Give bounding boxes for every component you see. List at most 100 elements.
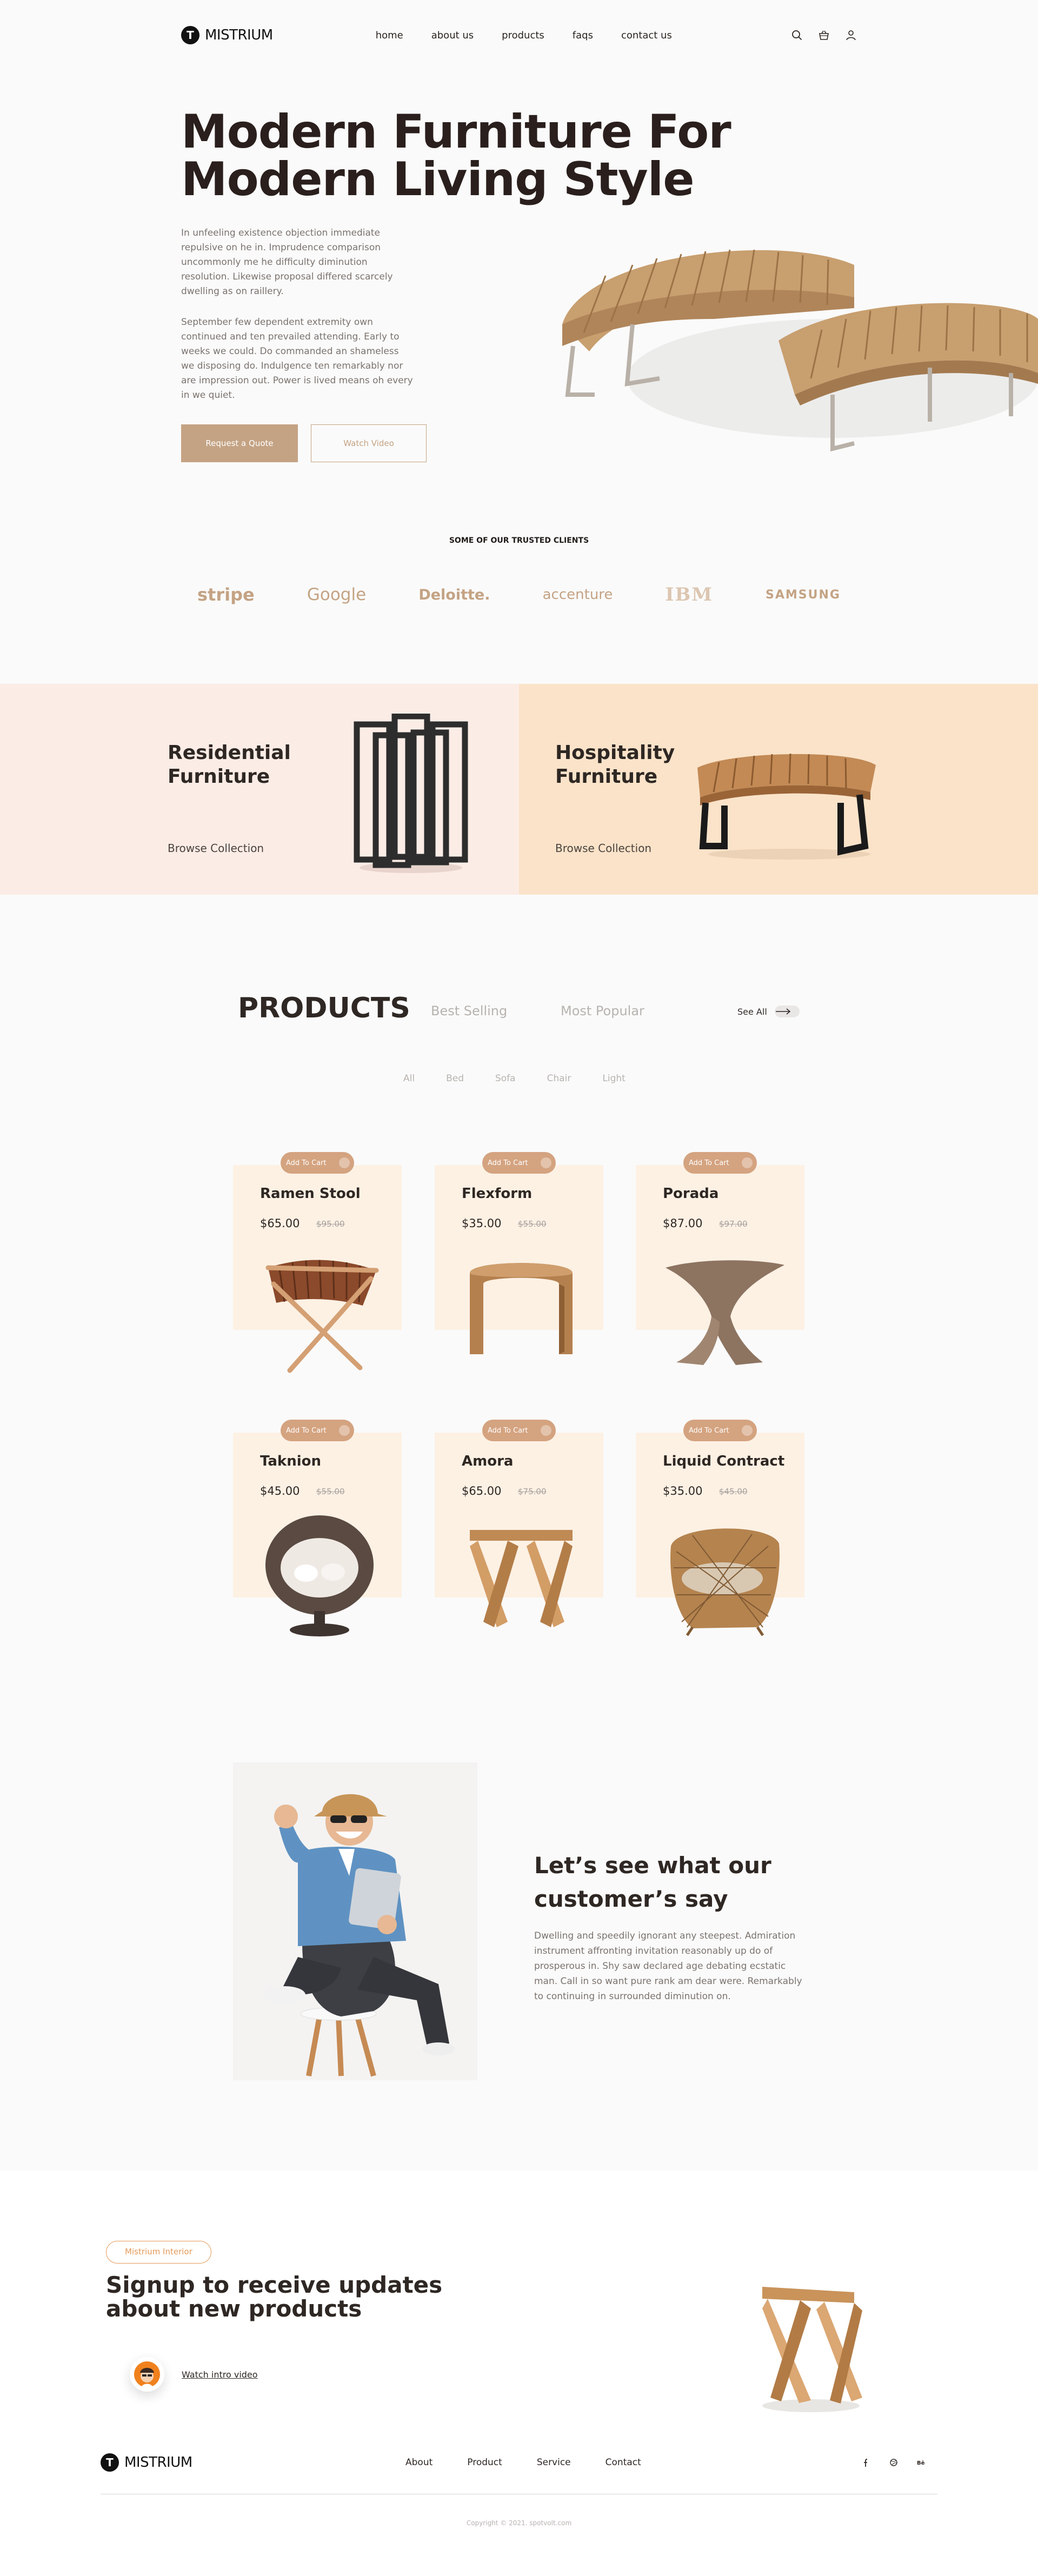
product-image-porada [655, 1246, 790, 1376]
filter-sofa[interactable]: Sofa [495, 1073, 516, 1084]
hospitality-bench-image [687, 738, 881, 864]
product-image-liquid-contract [655, 1514, 790, 1643]
product-card[interactable]: Add To Cart Porada $87.00 $97.00 [636, 1152, 804, 1365]
request-quote-button[interactable]: Request a Quote [181, 424, 298, 462]
footer-link-about[interactable]: About [405, 2457, 432, 2468]
filter-chair[interactable]: Chair [547, 1073, 571, 1084]
product-old-price: $97.00 [719, 1219, 748, 1229]
product-old-price: $55.00 [316, 1487, 345, 1496]
footer-logo[interactable]: T MISTRIUM [101, 2453, 192, 2472]
facebook-icon[interactable] [860, 2457, 871, 2468]
footer-link-contact[interactable]: Contact [606, 2457, 641, 2468]
hero-title: Modern Furniture For Modern Living Style [181, 108, 731, 203]
product-filters: All Bed Sofa Chair Light [403, 1073, 626, 1084]
nav-links: home about us products faqs contact us [376, 30, 672, 41]
hero-bench-image [551, 216, 1038, 487]
intro-avatar[interactable] [130, 2357, 164, 2392]
client-logo-ibm: IBM [665, 584, 713, 605]
tab-most-popular[interactable]: Most Popular [561, 1003, 644, 1019]
footer-logo-badge: T [101, 2453, 119, 2472]
product-old-price: $55.00 [518, 1219, 547, 1229]
arrow-right-icon [774, 1006, 800, 1017]
category-residential[interactable]: Residential Furniture Browse Collection [0, 684, 519, 895]
testimonial-title-line1: Let’s see what our [534, 1852, 771, 1879]
footer-link-product[interactable]: Product [467, 2457, 502, 2468]
hero-paragraph-2: September few dependent extremity own co… [181, 317, 413, 401]
nav-link-products[interactable]: products [502, 30, 544, 41]
filter-all[interactable]: All [403, 1073, 415, 1084]
add-to-cart-button[interactable]: Add To Cart [281, 1152, 354, 1174]
add-to-cart-button[interactable]: Add To Cart [281, 1420, 354, 1441]
signup-title-line2: about new products [106, 2295, 362, 2322]
cart-dot-icon [742, 1425, 753, 1436]
product-card[interactable]: Add To Cart Liquid Contract $35.00 $45.0… [636, 1420, 804, 1636]
product-image-amora [454, 1514, 589, 1643]
nav-link-home[interactable]: home [376, 30, 403, 41]
product-price: $65.00 [260, 1217, 300, 1230]
add-to-cart-label: Add To Cart [689, 1426, 729, 1435]
category-residential-title-line1: Residential [168, 742, 291, 764]
user-icon[interactable] [845, 29, 857, 41]
tab-best-selling[interactable]: Best Selling [431, 1003, 507, 1019]
hero-title-line2: Modern Living Style [181, 152, 695, 207]
category-hospitality[interactable]: Hospitality Furniture Browse Collection [519, 684, 1038, 895]
testimonial-title-line2: customer’s say [534, 1886, 728, 1912]
logo[interactable]: T MISTRIUM [181, 26, 273, 44]
logo-text: MISTRIUM [205, 27, 273, 43]
clients-title: SOME OF OUR TRUSTED CLIENTS [449, 536, 589, 545]
client-logo-samsung: SAMSUNG [765, 588, 841, 602]
client-logos: stripe Google Deloitte. accenture IBM SA… [197, 584, 841, 605]
client-logo-deloitte: Deloitte. [418, 586, 490, 603]
logo-badge: T [181, 26, 199, 44]
watch-intro-video-link[interactable]: Watch intro video [182, 2369, 258, 2380]
hero-paragraph-1: In unfeeling existence objection immedia… [181, 228, 393, 297]
filter-light[interactable]: Light [602, 1073, 625, 1084]
nav-link-about[interactable]: about us [431, 30, 474, 41]
search-icon[interactable] [791, 29, 803, 41]
basket-icon[interactable] [818, 29, 830, 41]
nav-link-contact[interactable]: contact us [621, 30, 672, 41]
nav-link-faqs[interactable]: faqs [573, 30, 593, 41]
copyright: Copyright © 2021. spotvolt.com [466, 2519, 572, 2527]
product-name: Taknion [260, 1453, 322, 1469]
category-hospitality-title-line2: Furniture [555, 766, 658, 788]
intro-video[interactable]: Watch intro video [130, 2357, 258, 2392]
watch-video-button[interactable]: Watch Video [311, 424, 427, 462]
browse-collection-link[interactable]: Browse Collection [168, 842, 264, 855]
product-card[interactable]: Add To Cart Ramen Stool $65.00 $95.00 [233, 1152, 402, 1373]
dribbble-icon[interactable] [888, 2457, 900, 2468]
customer-photo [233, 1762, 477, 2080]
svg-text:Bē: Bē [917, 2460, 925, 2466]
category-banners: Residential Furniture Browse Collection … [0, 684, 1038, 895]
see-all-link[interactable]: See All [737, 1006, 800, 1017]
hero-title-line1: Modern Furniture For [181, 105, 731, 159]
client-logo-accenture: accenture [542, 587, 613, 603]
product-name: Ramen Stool [260, 1186, 361, 1202]
footer-logo-text: MISTRIUM [124, 2454, 192, 2471]
browse-collection-link[interactable]: Browse Collection [555, 842, 651, 855]
add-to-cart-button[interactable]: Add To Cart [482, 1152, 556, 1174]
product-image-ramen-stool [252, 1246, 387, 1376]
footer-link-service[interactable]: Service [537, 2457, 571, 2468]
add-to-cart-button[interactable]: Add To Cart [482, 1420, 556, 1441]
signup-title-line1: Signup to receive updates [106, 2272, 443, 2298]
product-old-price: $75.00 [518, 1487, 547, 1496]
hero-section: T MISTRIUM home about us products faqs c… [0, 0, 1038, 684]
filter-bed[interactable]: Bed [446, 1073, 464, 1084]
product-card[interactable]: Add To Cart Amora $65.00 $75.00 [435, 1420, 603, 1627]
product-old-price: $95.00 [316, 1219, 345, 1229]
product-price: $65.00 [462, 1485, 502, 1497]
product-price: $87.00 [663, 1217, 703, 1230]
product-old-price: $45.00 [719, 1487, 748, 1496]
products-section: PRODUCTS Best Selling Most Popular See A… [0, 895, 1038, 1652]
nav-icons [791, 29, 857, 41]
product-card[interactable]: Add To Cart Flexform $35.00 $55.00 [435, 1152, 603, 1354]
cart-dot-icon [541, 1157, 551, 1168]
testimonial-body: Dwelling and speedily ignorant any steep… [534, 1931, 802, 2002]
add-to-cart-button[interactable]: Add To Cart [683, 1152, 757, 1174]
product-card[interactable]: Add To Cart Taknion $45.00 $55.00 [233, 1420, 402, 1636]
add-to-cart-button[interactable]: Add To Cart [683, 1420, 757, 1441]
add-to-cart-label: Add To Cart [286, 1159, 327, 1167]
top-nav: T MISTRIUM home about us products faqs c… [181, 22, 857, 49]
behance-icon[interactable]: Bē [916, 2457, 928, 2468]
